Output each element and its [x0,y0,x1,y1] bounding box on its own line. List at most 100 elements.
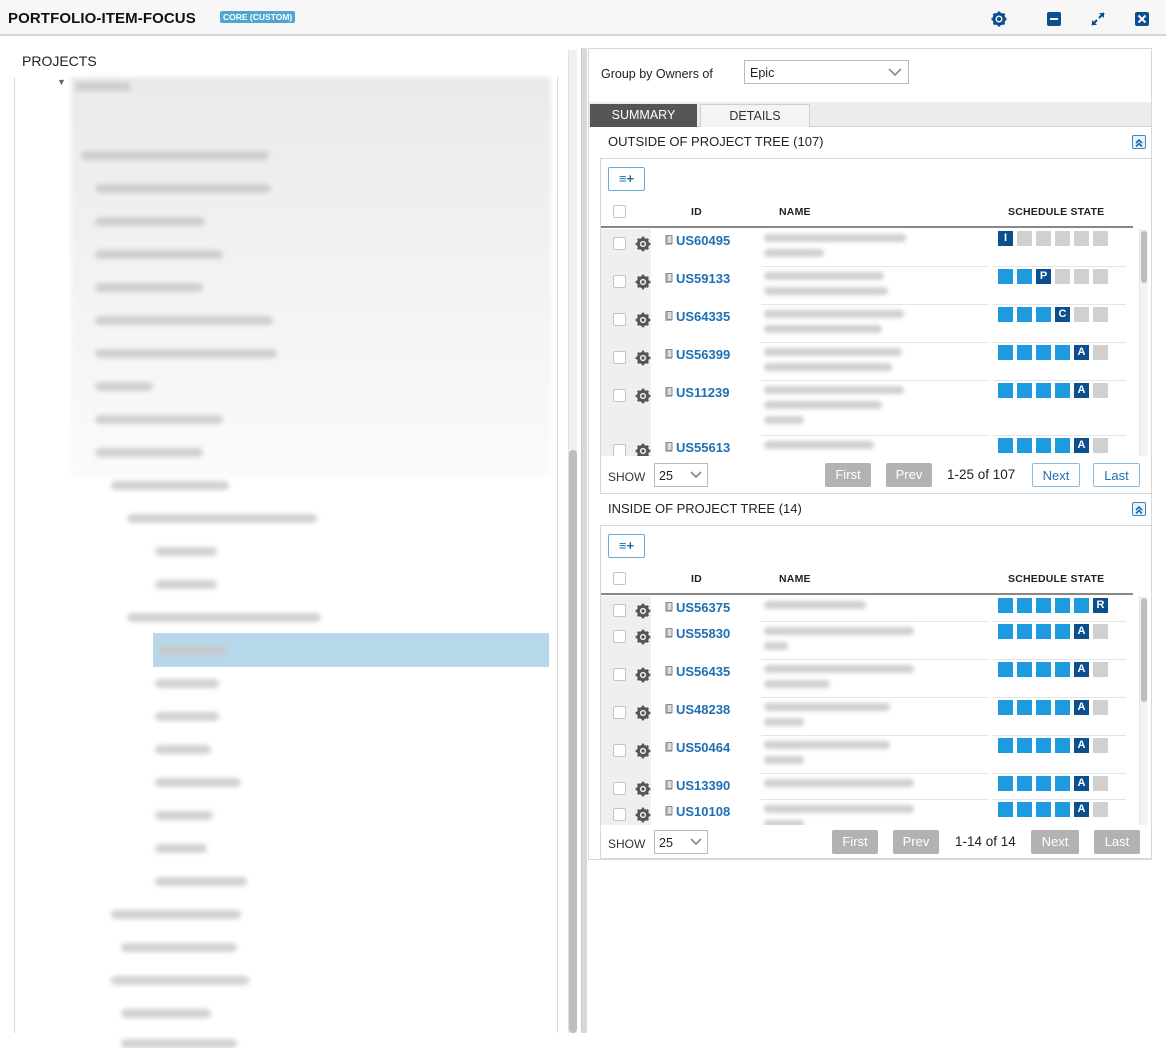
tree-node[interactable] [155,745,211,754]
story-id-link[interactable]: US60495 [676,233,730,248]
state-step-pending[interactable] [1093,269,1108,284]
state-step-done[interactable] [1055,776,1070,791]
state-step-current[interactable]: A [1074,738,1089,753]
tree-expand-arrow-icon[interactable]: ▼ [57,77,66,87]
table-row[interactable]: US56375 R [601,596,1133,622]
panel-splitter[interactable] [581,48,587,1033]
state-step-pending[interactable] [1074,231,1089,246]
row-checkbox[interactable] [613,237,626,250]
gear-icon[interactable] [635,312,651,328]
state-step-done[interactable] [998,662,1013,677]
table-row[interactable]: US55613 A [601,436,1133,456]
gear-icon[interactable] [635,807,651,823]
state-step-done[interactable] [1017,662,1032,677]
tab-summary[interactable]: SUMMARY [590,104,697,127]
state-step-pending[interactable] [1093,776,1108,791]
state-step-pending[interactable] [1093,624,1108,639]
page-size-select[interactable]: 25 [654,463,708,487]
story-id-link[interactable]: US48238 [676,702,730,717]
row-checkbox[interactable] [613,275,626,288]
tree-node[interactable] [75,82,131,91]
state-step-pending[interactable] [1093,345,1108,360]
state-step-done[interactable] [1055,738,1070,753]
last-page-button[interactable]: Last [1093,463,1140,487]
gear-icon[interactable] [635,743,651,759]
state-step-pending[interactable] [1093,662,1108,677]
table-row[interactable]: US60495 I [601,229,1133,267]
column-header-id[interactable]: ID [691,573,702,585]
tree-node[interactable] [127,613,321,622]
state-step-pending[interactable] [1074,307,1089,322]
state-step-current[interactable]: A [1074,700,1089,715]
state-step-done[interactable] [998,598,1013,613]
tree-node[interactable] [95,382,153,391]
column-header-name[interactable]: NAME [779,573,811,585]
state-step-done[interactable] [1036,776,1051,791]
state-step-pending[interactable] [1093,802,1108,817]
collapse-up-icon[interactable] [1132,135,1146,149]
tree-node[interactable] [95,448,203,457]
state-step-done[interactable] [1036,383,1051,398]
state-step-pending[interactable] [1074,269,1089,284]
tree-node[interactable] [155,877,247,886]
gear-icon[interactable] [635,443,651,456]
inside-grid-scrollbar-thumb[interactable] [1141,598,1147,702]
story-id-link[interactable]: US10108 [676,804,730,819]
story-id-link[interactable]: US13390 [676,778,730,793]
prev-page-button[interactable]: Prev [893,830,939,854]
state-step-done[interactable] [998,438,1013,453]
table-row[interactable]: US59133 P [601,267,1133,305]
outside-grid-scrollbar[interactable] [1139,229,1148,456]
state-step-done[interactable] [1055,438,1070,453]
state-step-done[interactable] [998,269,1013,284]
state-step-done[interactable] [1017,598,1032,613]
table-row[interactable]: US10108 A [601,800,1133,825]
state-step-pending[interactable] [1093,231,1108,246]
state-step-done[interactable] [1036,307,1051,322]
prev-page-button[interactable]: Prev [886,463,932,487]
tree-node[interactable] [95,316,273,325]
expand-icon[interactable] [1090,11,1106,27]
tree-node[interactable] [155,778,241,787]
tree-node[interactable] [95,250,223,259]
state-step-done[interactable] [1055,700,1070,715]
state-step-done[interactable] [998,802,1013,817]
add-column-button[interactable]: ≡+ [608,167,645,191]
state-step-pending[interactable] [1093,438,1108,453]
state-step-done[interactable] [998,776,1013,791]
row-checkbox[interactable] [613,744,626,757]
state-step-done[interactable] [1036,345,1051,360]
row-checkbox[interactable] [613,351,626,364]
tree-node[interactable] [157,646,227,655]
state-step-done[interactable] [998,383,1013,398]
state-step-done[interactable] [998,738,1013,753]
gear-icon[interactable] [635,629,651,645]
state-step-pending[interactable] [1093,383,1108,398]
state-step-current[interactable]: R [1093,598,1108,613]
row-checkbox[interactable] [613,604,626,617]
state-step-current[interactable]: A [1074,802,1089,817]
tree-node[interactable] [155,679,219,688]
tree-node[interactable] [155,547,217,556]
tree-node[interactable] [95,217,205,226]
gear-icon[interactable] [635,350,651,366]
state-step-done[interactable] [1055,624,1070,639]
table-row[interactable]: US13390 A [601,774,1133,800]
state-step-done[interactable] [1036,438,1051,453]
state-step-done[interactable] [1017,307,1032,322]
state-step-done[interactable] [1074,598,1089,613]
next-page-button[interactable]: Next [1032,463,1080,487]
column-header-name[interactable]: NAME [779,206,811,218]
table-row[interactable]: US48238 A [601,698,1133,736]
state-step-done[interactable] [1017,345,1032,360]
state-step-current[interactable]: A [1074,438,1089,453]
tree-scrollbar-thumb[interactable] [569,450,577,1033]
add-column-button[interactable]: ≡+ [608,534,645,558]
gear-icon[interactable] [635,667,651,683]
page-size-select[interactable]: 25 [654,830,708,854]
story-id-link[interactable]: US11239 [676,385,730,400]
gear-icon[interactable] [991,11,1007,27]
state-step-done[interactable] [1036,662,1051,677]
state-step-done[interactable] [1017,802,1032,817]
state-step-current[interactable]: A [1074,624,1089,639]
